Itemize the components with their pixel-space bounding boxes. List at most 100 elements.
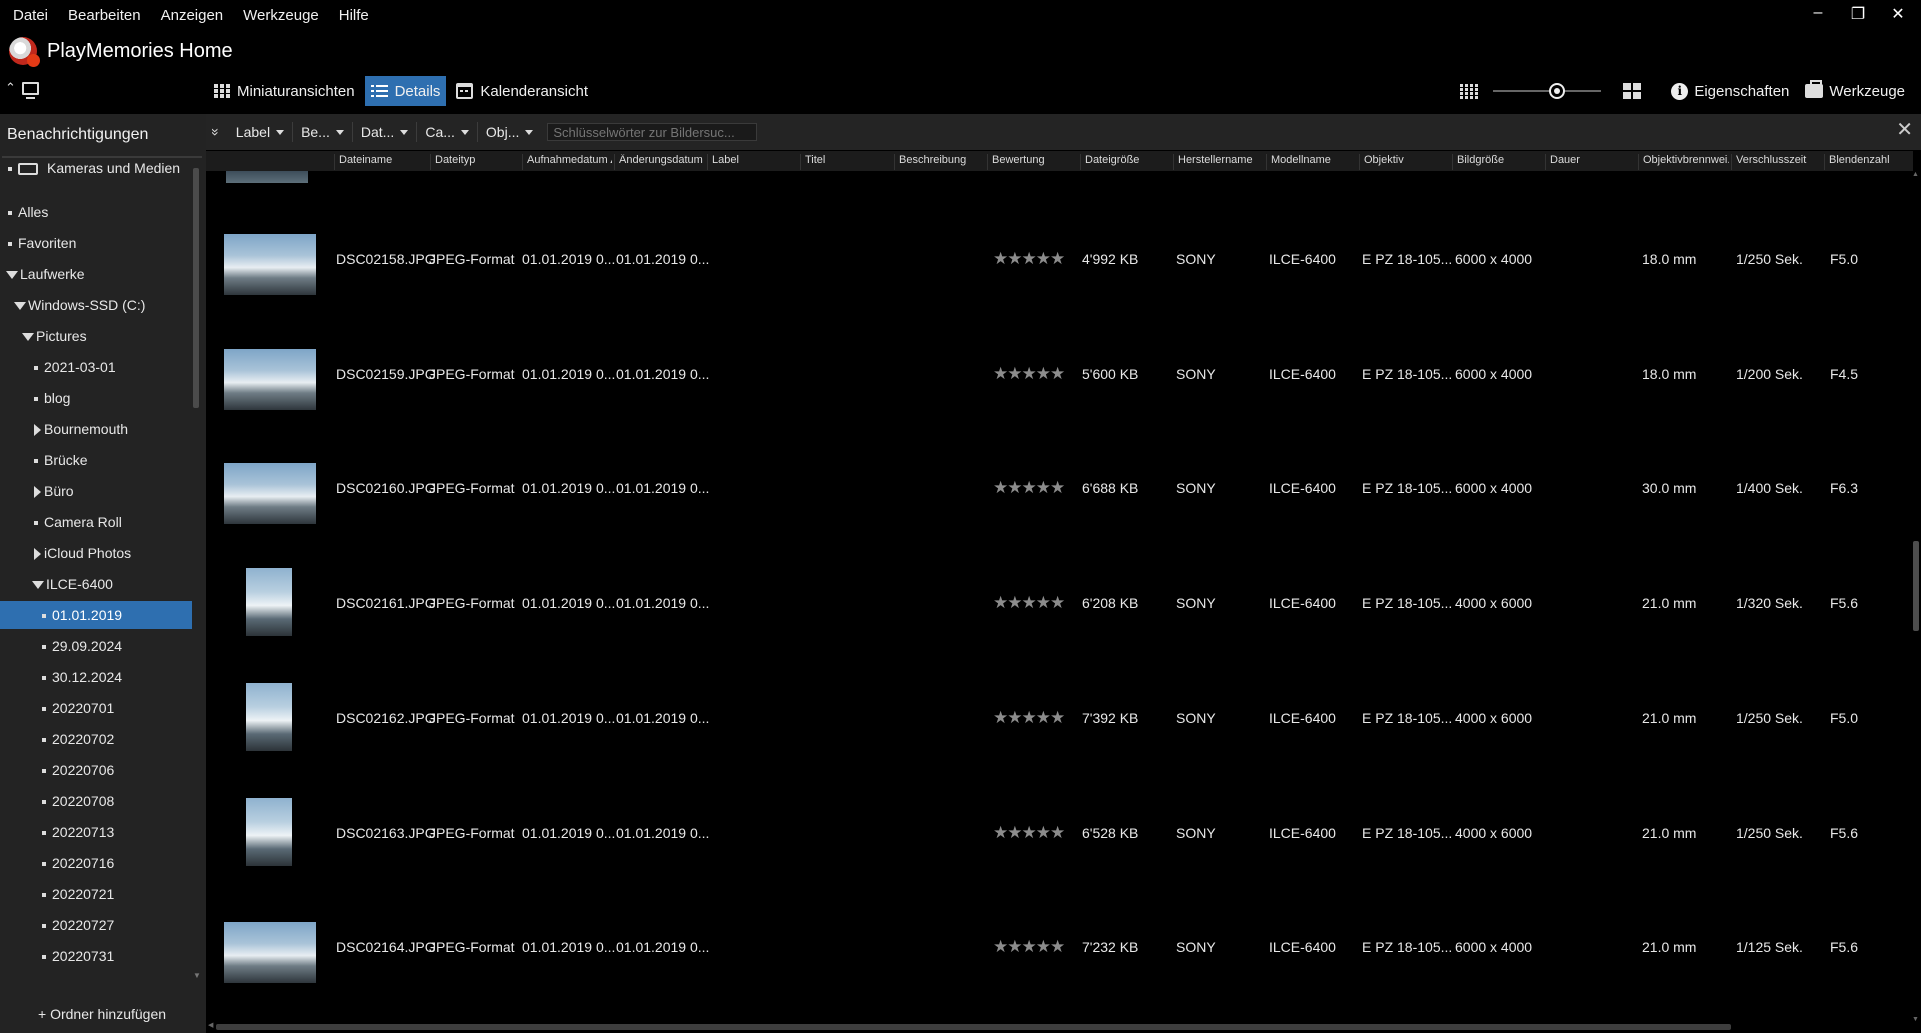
scroll-left-icon[interactable]: ◀ xyxy=(208,1021,213,1029)
photo-thumbnail[interactable] xyxy=(224,463,316,525)
column-header-beschreibung[interactable]: Beschreibung xyxy=(894,154,985,170)
vertical-scroll-thumb[interactable] xyxy=(1913,541,1919,631)
photo-thumbnail[interactable] xyxy=(246,682,292,751)
column-header-titel[interactable]: Titel xyxy=(800,154,892,170)
menu-werkzeuge[interactable]: Werkzeuge xyxy=(243,7,319,24)
sidebar-item-20220708[interactable]: 20220708 xyxy=(42,787,114,815)
sidebar-item-alles[interactable]: Alles xyxy=(8,198,48,226)
column-header-verschlusszeit[interactable]: Verschlusszeit xyxy=(1731,154,1822,170)
table-row[interactable]: DSC02160.JPG JPEG-Format 01.01.2019 0... 01… xyxy=(206,434,1913,549)
sidebar-item-camera-roll[interactable]: Camera Roll xyxy=(34,508,122,536)
column-header-dateityp[interactable]: Dateityp xyxy=(430,154,520,170)
sidebar-item-blog[interactable]: blog xyxy=(34,384,70,412)
column-header-modellname[interactable]: Modellname xyxy=(1266,154,1357,170)
tools-button[interactable]: Werkzeuge xyxy=(1829,83,1905,100)
sidebar-item-ilce-6400[interactable]: ILCE-6400 xyxy=(32,570,113,598)
table-row[interactable]: DSC02164.JPG JPEG-Format 01.01.2019 0... 01… xyxy=(206,893,1913,1008)
close-filter-icon[interactable]: ✕ xyxy=(1896,120,1913,140)
sidebar-item-20220731[interactable]: 20220731 xyxy=(42,942,114,970)
expanded-arrow-icon[interactable] xyxy=(32,581,44,590)
rating-stars[interactable]: ★★★★★ xyxy=(993,478,1065,498)
sidebar-scroll-thumb[interactable] xyxy=(193,168,199,408)
sidebar-item-bournemouth[interactable]: Bournemouth xyxy=(34,415,128,443)
collapsed-arrow-icon[interactable] xyxy=(34,548,41,561)
table-row[interactable]: DSC02163.JPG JPEG-Format 01.01.2019 0... 01… xyxy=(206,779,1913,894)
add-folder-button[interactable]: + Ordner hinzufügen xyxy=(0,994,206,1033)
scroll-up-icon[interactable]: ▲ xyxy=(1912,171,1919,178)
sidebar-item-laufwerke[interactable]: Laufwerke xyxy=(6,260,85,288)
sidebar-item-20220713[interactable]: 20220713 xyxy=(42,818,114,846)
restore-button[interactable]: ❐ xyxy=(1849,4,1867,24)
filter-objektiv[interactable]: Obj... xyxy=(478,122,541,142)
minimize-button[interactable]: – xyxy=(1809,4,1827,24)
close-button[interactable]: ✕ xyxy=(1889,4,1907,24)
large-thumbnails-icon[interactable] xyxy=(1623,83,1642,99)
sidebar-item-20220721[interactable]: 20220721 xyxy=(42,880,114,908)
column-header-bildgröße[interactable]: Bildgröße xyxy=(1452,154,1543,170)
expanded-arrow-icon[interactable] xyxy=(22,333,34,342)
photo-thumbnail[interactable] xyxy=(224,348,316,410)
sidebar-item-01-01-2019[interactable]: 01.01.2019 xyxy=(0,601,192,629)
sidebar-item-windows-ssd-c-[interactable]: Windows-SSD (C:) xyxy=(14,291,145,319)
sidebar-item-20220716[interactable]: 20220716 xyxy=(42,849,114,877)
vertical-scrollbar[interactable]: ▲ ▼ xyxy=(1911,171,1921,1031)
zoom-knob[interactable] xyxy=(1548,83,1565,99)
menu-hilfe[interactable]: Hilfe xyxy=(339,7,369,24)
info-icon[interactable]: i xyxy=(1671,82,1689,100)
filter-label[interactable]: Label xyxy=(228,122,294,142)
collapsed-arrow-icon[interactable] xyxy=(34,486,41,499)
filter-camera[interactable]: Ca... xyxy=(417,122,478,142)
sidebar-item-29-09-2024[interactable]: 29.09.2024 xyxy=(42,632,122,660)
column-header-blendenzahl[interactable]: Blendenzahl xyxy=(1824,154,1911,170)
notifications-header[interactable]: Benachrichtigungen xyxy=(0,114,206,156)
filter-bewertung[interactable]: Be... xyxy=(293,122,353,142)
collapsed-arrow-icon[interactable] xyxy=(34,424,41,437)
sidebar-scrollbar[interactable]: ▼ xyxy=(193,160,201,980)
small-thumbnails-icon[interactable] xyxy=(1460,83,1479,99)
rating-stars[interactable]: ★★★★★ xyxy=(993,823,1065,843)
menu-datei[interactable]: Datei xyxy=(13,7,48,24)
column-header-dateigröße[interactable]: Dateigröße xyxy=(1080,154,1171,170)
properties-button[interactable]: Eigenschaften xyxy=(1694,83,1789,100)
rating-stars[interactable]: ★★★★★ xyxy=(993,364,1065,384)
filter-datum[interactable]: Dat... xyxy=(353,122,418,142)
column-header-bewertung[interactable]: Bewertung xyxy=(987,154,1078,170)
sidebar-item-20220727[interactable]: 20220727 xyxy=(42,911,114,939)
sidebar-item-20220706[interactable]: 20220706 xyxy=(42,756,114,784)
tab-kalenderansicht[interactable]: Kalenderansicht xyxy=(450,76,594,106)
menu-bearbeiten[interactable]: Bearbeiten xyxy=(68,7,141,24)
column-header-änderungsdatum[interactable]: Änderungsdatum xyxy=(614,154,705,170)
monitor-icon[interactable] xyxy=(21,81,39,99)
photo-thumbnail[interactable] xyxy=(246,797,292,866)
sidebar-item-icloud-photos[interactable]: iCloud Photos xyxy=(34,539,131,567)
sidebar-item-br-cke[interactable]: Brücke xyxy=(34,446,88,474)
rating-stars[interactable]: ★★★★★ xyxy=(993,937,1065,957)
expanded-arrow-icon[interactable] xyxy=(14,302,26,311)
sidebar-item-30-12-2024[interactable]: 30.12.2024 xyxy=(42,663,122,691)
column-header-dateiname[interactable]: Dateiname xyxy=(334,154,428,170)
zoom-slider[interactable] xyxy=(1493,83,1602,99)
keyword-search-input[interactable] xyxy=(547,123,758,141)
sidebar-item-20220701[interactable]: 20220701 xyxy=(42,694,114,722)
scroll-down-icon[interactable]: ▼ xyxy=(193,971,201,980)
column-header-dauer[interactable]: Dauer xyxy=(1545,154,1636,170)
photo-thumbnail[interactable] xyxy=(224,922,316,984)
horizontal-scrollbar[interactable]: ◀ xyxy=(206,1022,1911,1031)
toolbox-icon[interactable] xyxy=(1805,80,1824,98)
expanded-arrow-icon[interactable] xyxy=(6,271,18,280)
column-header-objektivbrennwei[interactable]: Objektivbrennwei... xyxy=(1638,154,1729,170)
table-row[interactable]: DSC02158.JPG JPEG-Format 01.01.2019 0... 01… xyxy=(206,205,1913,320)
horizontal-scroll-thumb[interactable] xyxy=(216,1024,1731,1030)
table-row[interactable]: DSC02159.JPG JPEG-Format 01.01.2019 0... 01… xyxy=(206,320,1913,435)
sidebar-item-kameras-und-medien[interactable]: Kameras und Medien xyxy=(8,154,180,182)
column-header-objektiv[interactable]: Objektiv xyxy=(1359,154,1450,170)
collapse-filters-icon[interactable]: » xyxy=(208,128,224,136)
column-header-aufnahmedatum[interactable]: Aufnahmedatum▲ xyxy=(522,154,612,170)
rating-stars[interactable]: ★★★★★ xyxy=(993,249,1065,269)
tab-miniaturansichten[interactable]: Miniaturansichten xyxy=(208,76,361,106)
scroll-down-icon[interactable]: ▼ xyxy=(1912,1016,1919,1023)
column-header-label[interactable]: Label xyxy=(707,154,798,170)
table-row[interactable]: DSC02161.JPG JPEG-Format 01.01.2019 0... 01… xyxy=(206,549,1913,664)
collapse-up-icon[interactable]: ⌃ xyxy=(5,80,16,96)
table-row[interactable]: DSC02162.JPG JPEG-Format 01.01.2019 0... 01… xyxy=(206,664,1913,779)
